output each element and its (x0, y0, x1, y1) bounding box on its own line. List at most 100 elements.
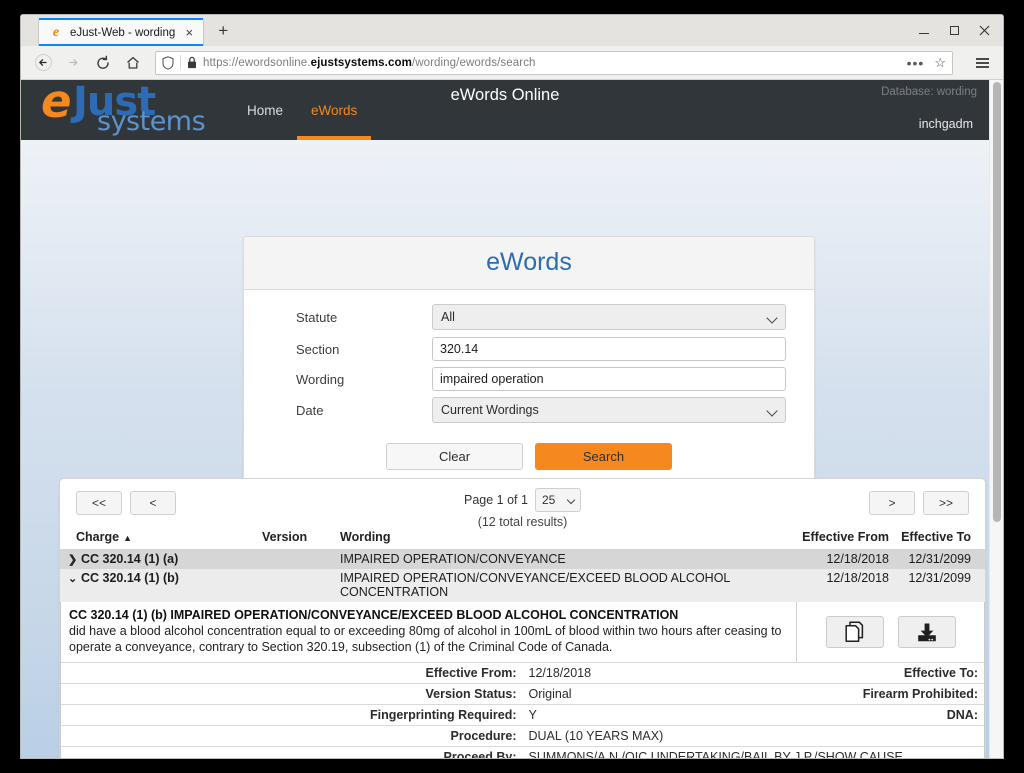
search-button[interactable]: Search (535, 443, 672, 470)
results-table-body: ❯ CC 320.14 (1) (a) IMPAIRED OPERATION/CO… (60, 549, 985, 758)
page-actions-icon[interactable]: ••• (903, 55, 929, 71)
row-wording: IMPAIRED OPERATION/CONVEYANCE/EXCEED BLO… (340, 571, 730, 599)
first-page-button[interactable]: << (76, 491, 122, 515)
column-header-charge[interactable]: Charge ▲ (60, 527, 262, 550)
url-scheme: https://ewordsonline. (203, 56, 311, 69)
nav-item-home[interactable]: Home (233, 80, 297, 140)
page-viewport: e Just systems Home eWords eWords Online… (21, 80, 1003, 758)
scrollbar-thumb[interactable] (993, 82, 1001, 522)
prev-page-button[interactable]: < (130, 491, 176, 515)
wording-input[interactable] (432, 367, 786, 391)
version-status-label: Version Status: (61, 683, 523, 705)
back-button[interactable] (29, 50, 57, 76)
download-icon (917, 623, 936, 641)
results-table-head: Charge ▲ Version Wording Effective From E… (60, 527, 985, 550)
new-tab-button[interactable]: + (210, 18, 236, 44)
detail-field-row: Fingerprinting Required: Y DNA: N/A (61, 704, 984, 726)
column-header-version[interactable]: Version (262, 527, 340, 550)
statute-select[interactable]: All (432, 304, 786, 330)
maximize-button[interactable] (939, 17, 969, 43)
detail-field-row: Procedure: DUAL (10 YEARS MAX) (61, 725, 984, 747)
field-row-statute: Statute All (272, 304, 786, 330)
proceed-by-label: Proceed By: (61, 746, 523, 758)
column-header-effective-to[interactable]: Effective To (889, 527, 985, 550)
lock-icon (188, 56, 196, 69)
column-header-effective-from[interactable]: Effective From (785, 527, 889, 550)
bookmark-star-icon[interactable]: ☆ (934, 55, 946, 71)
firearm-prohibited-label: Firearm Prohibited: (522, 683, 984, 705)
url-domain: ejustsystems.com (310, 56, 412, 69)
row-charge: ❯ CC 320.14 (1) (a) (60, 550, 262, 570)
ejust-systems-logo[interactable]: e Just systems (39, 80, 217, 140)
close-window-button[interactable] (969, 17, 999, 43)
page-size-select[interactable]: 25 (534, 488, 581, 512)
chevron-right-icon[interactable]: ❯ (68, 553, 81, 566)
results-table: Charge ▲ Version Wording Effective From E… (60, 527, 985, 758)
minimize-button[interactable] (909, 17, 939, 43)
minimize-icon (919, 33, 929, 34)
section-label: Section (296, 341, 340, 357)
field-row-section: Section (272, 337, 786, 361)
table-row[interactable]: ❯ CC 320.14 (1) (a) IMPAIRED OPERATION/CO… (60, 549, 985, 570)
browser-tab[interactable]: e eJust-Web - wording × (38, 18, 205, 46)
section-input[interactable] (432, 337, 786, 361)
date-label: Date (296, 402, 324, 418)
search-actions: Clear Search (272, 443, 786, 470)
tab-strip: e eJust-Web - wording × + (21, 15, 1003, 46)
download-button[interactable] (897, 616, 956, 648)
home-button[interactable] (119, 50, 147, 76)
next-page-button[interactable]: > (869, 491, 915, 515)
shield-icon (162, 55, 174, 70)
url-path: /wording/ewords/search (411, 56, 536, 69)
results-panel: << < Page 1 of 1 25 (12 total results) >… (59, 478, 986, 758)
window-controls (909, 17, 999, 43)
search-form: Statute All Section 320.14 Wording impai… (244, 290, 814, 490)
address-bar[interactable]: https://ewordsonline.ejustsystems.com/wo… (155, 50, 953, 75)
search-panel-title: eWords (486, 248, 572, 276)
page-indicator: Page 1 of 1 (464, 493, 528, 507)
procedure-value: DUAL (10 YEARS MAX) (522, 725, 984, 747)
arrow-right-icon (68, 59, 78, 66)
procedure-label: Procedure: (61, 725, 523, 747)
statute-select-wrapper: All (432, 304, 786, 330)
row-version (262, 550, 340, 570)
nav-item-ewords[interactable]: eWords (297, 80, 372, 140)
browser-window: e eJust-Web - wording × + https://ewords… (20, 14, 1004, 759)
row-charge-label: CC 320.14 (1) (a) (81, 552, 179, 566)
table-row[interactable]: ⌄ CC 320.14 (1) (b) IMPAIRED OPERATION/CO… (60, 569, 985, 602)
sort-ascending-icon: ▲ (123, 533, 132, 543)
page-scrollbar[interactable] (989, 80, 1003, 758)
close-tab-icon[interactable]: × (181, 25, 197, 41)
row-effective-to: 12/31/2099 (908, 552, 971, 566)
page-indicator-row: Page 1 of 1 25 (74, 488, 971, 512)
logo-systems-text: systems (97, 106, 206, 137)
page-content: e Just systems Home eWords eWords Online… (21, 80, 989, 758)
pagination-bar: << < Page 1 of 1 25 (12 total results) >… (60, 479, 985, 529)
chevron-down-icon[interactable]: ⌄ (68, 572, 81, 585)
page-size-wrapper: 25 (534, 488, 581, 512)
date-select[interactable]: Current Wordings (432, 397, 786, 423)
current-user-label[interactable]: inchgadm (919, 117, 973, 131)
results-header-row: Charge ▲ Version Wording Effective From E… (60, 527, 985, 550)
search-panel-header: eWords (244, 237, 814, 290)
browser-toolbar: https://ewordsonline.ejustsystems.com/wo… (21, 46, 1003, 80)
field-row-date: Date Current Wordings (272, 397, 786, 423)
pagination-center: Page 1 of 1 25 (12 total results) (74, 488, 971, 529)
row-effective-from: 12/18/2018 (826, 571, 889, 585)
copy-button[interactable] (825, 616, 884, 648)
row-charge: ⌄ CC 320.14 (1) (b) (60, 569, 262, 602)
column-header-wording[interactable]: Wording (340, 527, 785, 550)
row-effective-from: 12/18/2018 (826, 552, 889, 566)
effective-from-label: Effective From: (61, 662, 523, 684)
close-icon (979, 25, 989, 35)
wording-label: Wording (296, 371, 345, 387)
forward-button[interactable] (59, 50, 87, 76)
reload-button[interactable] (89, 50, 117, 76)
row-charge-label: CC 320.14 (1) (b) (81, 571, 179, 585)
clear-button[interactable]: Clear (386, 443, 523, 470)
copy-icon (844, 621, 863, 643)
last-page-button[interactable]: >> (923, 491, 969, 515)
detail-row: CC 320.14 (1) (b) IMPAIRED OPERATION/CON… (60, 602, 985, 758)
address-separator (180, 55, 181, 70)
browser-menu-button[interactable] (969, 51, 995, 75)
